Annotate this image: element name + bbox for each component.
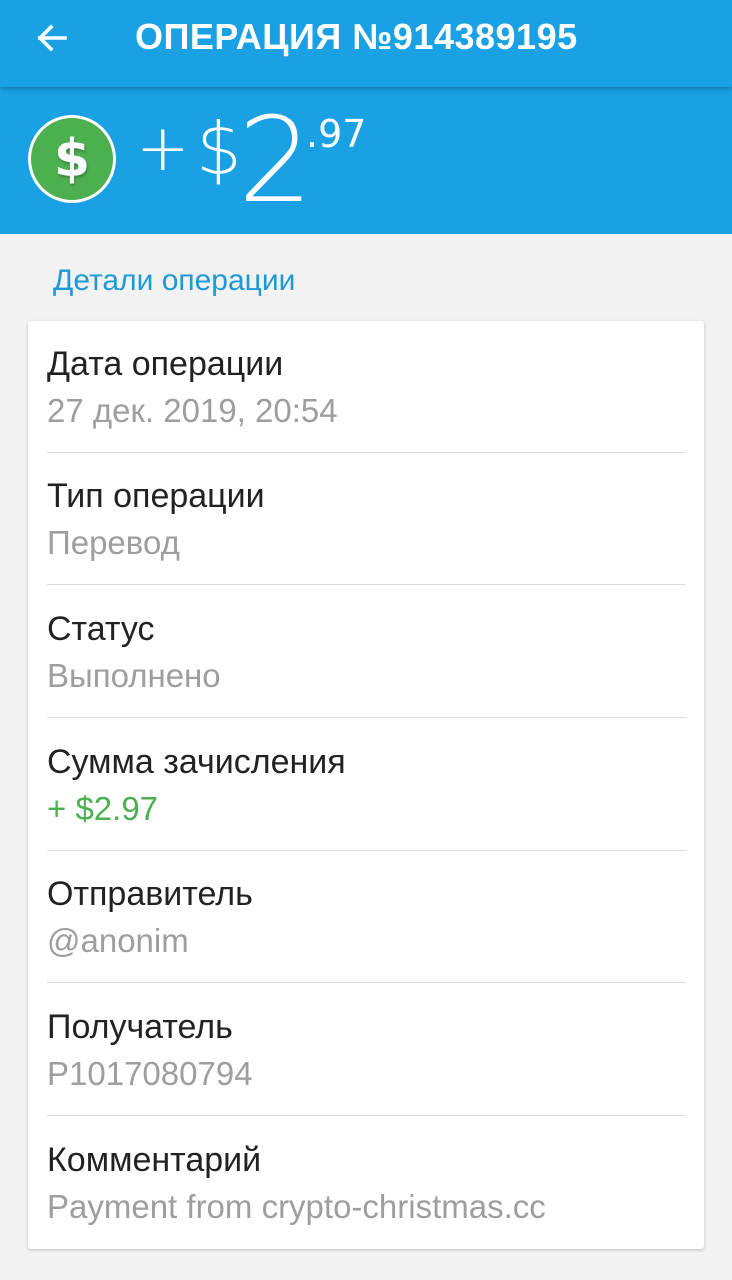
detail-value: Выполнено <box>47 657 221 694</box>
detail-row-amount: Сумма зачисления + $2.97 <box>47 719 686 851</box>
detail-row-comment: Комментарий Payment from crypto-christma… <box>47 1117 686 1249</box>
amount-integer: 2 <box>238 91 314 229</box>
detail-value: Перевод <box>47 524 180 561</box>
amount-currency: $ <box>196 107 242 191</box>
section-title: Детали операции <box>53 264 296 297</box>
dollar-symbol: $ <box>53 129 91 189</box>
detail-value: P1017080794 <box>47 1055 253 1092</box>
detail-row-status: Статус Выполнено <box>47 586 686 718</box>
detail-row-type: Тип операции Перевод <box>47 453 686 585</box>
detail-label: Тип операции <box>47 477 265 515</box>
arrow-left-icon <box>37 24 67 52</box>
divider <box>47 717 686 718</box>
detail-value: @anonim <box>47 922 189 959</box>
detail-label: Статус <box>47 610 155 648</box>
detail-value: Payment from crypto-christmas.cc <box>47 1188 546 1225</box>
amount-header: $ + $ 2 .97 <box>0 87 732 234</box>
detail-label: Дата операции <box>47 345 284 383</box>
detail-row-recipient: Получатель P1017080794 <box>47 984 686 1116</box>
page-title: ОПЕРАЦИЯ №914389195 <box>135 16 578 57</box>
app-bar: ОПЕРАЦИЯ №914389195 <box>0 0 732 87</box>
amount-sign: + <box>136 112 190 186</box>
detail-label: Отправитель <box>47 875 253 913</box>
details-card: Дата операции 27 дек. 2019, 20:54 Тип оп… <box>28 321 704 1249</box>
detail-row-date: Дата операции 27 дек. 2019, 20:54 <box>47 321 686 453</box>
detail-value: 27 дек. 2019, 20:54 <box>47 392 338 429</box>
detail-value: + $2.97 <box>47 790 159 827</box>
divider <box>47 584 686 585</box>
back-button[interactable] <box>24 10 80 66</box>
detail-label: Комментарий <box>47 1141 262 1179</box>
detail-label: Сумма зачисления <box>47 743 346 781</box>
divider <box>47 1115 686 1116</box>
detail-label: Получатель <box>47 1008 233 1046</box>
amount-fraction: .97 <box>306 112 367 156</box>
divider <box>47 982 686 983</box>
detail-row-sender: Отправитель @anonim <box>47 851 686 983</box>
dollar-coin-icon: $ <box>28 115 116 203</box>
